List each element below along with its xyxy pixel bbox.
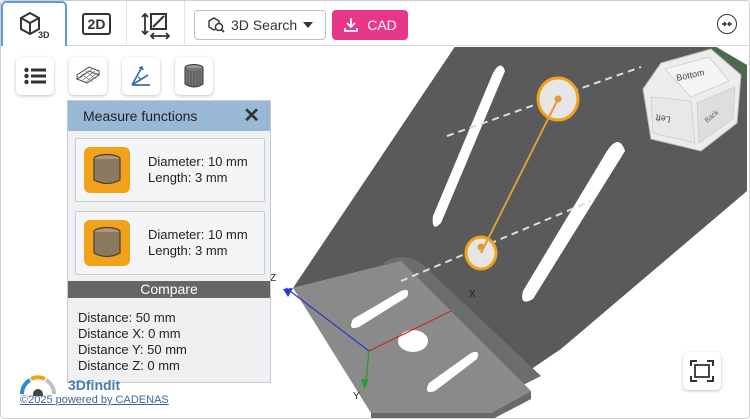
distance-x: Distance X: 0 mm — [78, 326, 181, 341]
menu-button[interactable] — [16, 57, 54, 95]
distance-total: Distance: 50 mm — [78, 310, 176, 325]
cylinder-icon — [84, 220, 130, 266]
measure-item-1-length: Length: 3 mm — [148, 170, 228, 185]
list-menu-icon — [24, 67, 46, 85]
shaded-cylinder-icon — [184, 64, 204, 88]
panel-title: Measure functions — [83, 108, 198, 124]
download-icon — [344, 18, 359, 32]
top-toolbar: 3D 2D 3D Search CAD — [1, 1, 749, 46]
measure-item-2-diameter: Diameter: 10 mm — [148, 227, 248, 242]
measure-item-2[interactable]: Diameter: 10 mm Length: 3 mm — [75, 211, 265, 275]
copyright-link[interactable]: ©2025 powered by CADENAS — [20, 394, 169, 406]
panel-header: Measure functions ✕ — [68, 101, 270, 131]
brand-area: 3Dfindit ©2025 powered by CADENAS — [18, 374, 169, 418]
tab-3d-label: 3D — [38, 30, 50, 40]
collapse-button[interactable] — [717, 14, 737, 34]
measure-functions-panel: Measure functions ✕ Diameter: 10 mm Leng… — [67, 100, 271, 383]
distance-z: Distance Z: 0 mm — [78, 358, 180, 373]
measure-item-2-length: Length: 3 mm — [148, 243, 228, 258]
axis-y-label: Y — [353, 391, 360, 402]
wireframe-icon — [75, 66, 101, 84]
collapse-arrows-icon — [722, 21, 732, 27]
gauge-logo-icon — [19, 375, 57, 396]
axis-measure-icon — [131, 66, 150, 86]
caret-down-icon — [303, 22, 314, 28]
distance-y: Distance Y: 50 mm — [78, 342, 187, 357]
distance-results: Distance: 50 mm Distance X: 0 mm Distanc… — [78, 310, 187, 374]
axis-x-label: X — [469, 289, 476, 300]
axis-measure-button[interactable] — [122, 57, 160, 95]
measure-item-1-diameter: Diameter: 10 mm — [148, 154, 248, 169]
tab-2d[interactable]: 2D — [67, 1, 127, 46]
measure-point-bottom — [477, 243, 485, 251]
tab-3d[interactable]: 3D — [1, 1, 67, 46]
tab-measure[interactable] — [127, 1, 185, 46]
brand-name: 3Dfindit — [68, 377, 121, 393]
3d-search-button[interactable]: 3D Search — [194, 10, 326, 40]
fit-to-screen-icon — [690, 360, 714, 382]
shaded-view-button[interactable] — [175, 57, 213, 95]
measure-point-top — [554, 95, 562, 103]
search-label: 3D Search — [231, 17, 298, 33]
3d-viewport[interactable]: Bottom Left Back Z X Y Measure functions… — [1, 47, 749, 418]
wireframe-button[interactable] — [69, 57, 107, 95]
flange-hole — [398, 330, 428, 352]
cube-icon: 3D — [20, 11, 50, 40]
cad-download-button[interactable]: CAD — [332, 10, 408, 40]
measure-resize-icon — [140, 12, 170, 39]
compare-header: Compare — [68, 281, 270, 298]
3d-search-icon — [208, 17, 225, 33]
cylinder-icon — [84, 147, 130, 193]
cad-label: CAD — [367, 17, 397, 33]
app-frame: 3D 2D 3D Search CAD Bottom Left Back Z X… — [0, 0, 750, 419]
measure-item-1[interactable]: Diameter: 10 mm Length: 3 mm — [75, 138, 265, 202]
fit-to-screen-button[interactable] — [683, 352, 721, 390]
close-icon[interactable]: ✕ — [243, 106, 260, 126]
tab-2d-label: 2D — [81, 12, 112, 35]
